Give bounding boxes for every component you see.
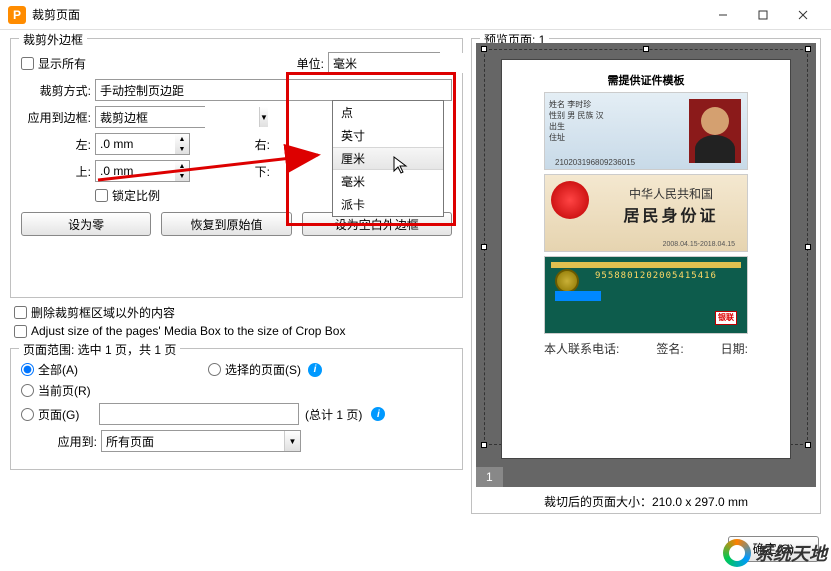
- crop-handle[interactable]: [643, 46, 649, 52]
- doc-title: 需提供证件模板: [518, 72, 774, 88]
- minimize-button[interactable]: [703, 0, 743, 30]
- reset-default-button[interactable]: 恢复到原始值: [161, 212, 291, 236]
- unit-option[interactable]: 派卡: [333, 193, 443, 216]
- crop-margins-legend: 裁剪外边框: [19, 31, 87, 48]
- unit-option[interactable]: 英寸: [333, 124, 443, 147]
- show-all-checkbox[interactable]: 显示所有: [21, 55, 86, 72]
- unit-combo[interactable]: ▼: [328, 52, 440, 74]
- crop-method-label: 裁剪方式:: [21, 82, 91, 99]
- preview-page: 需提供证件模板 姓名 李时珍性别 男 民族 汉出生住址 210203196809…: [501, 59, 791, 459]
- card-image-2: 中华人民共和国 居民身份证 2008.04.15-2018.04.15: [544, 174, 748, 252]
- card-image-1: 姓名 李时珍性别 男 民族 汉出生住址 210203196809236015: [544, 92, 748, 170]
- info-icon: i: [371, 407, 385, 421]
- radio-pages[interactable]: 页面(G): [21, 406, 93, 423]
- watermark-text: 系统天地: [755, 540, 827, 566]
- lock-ratio-checkbox[interactable]: 锁定比例: [95, 187, 160, 204]
- watermark-icon: [723, 539, 751, 567]
- crop-handle[interactable]: [805, 244, 811, 250]
- maximize-button[interactable]: [743, 0, 783, 30]
- crop-size-label: 裁切后的页面大小：210.0 x 297.0 mm: [476, 493, 816, 510]
- left-margin-label: 左:: [21, 136, 91, 153]
- app-logo: P: [8, 6, 26, 24]
- chevron-down-icon[interactable]: ▼: [284, 431, 300, 451]
- adjust-media-label: Adjust size of the pages' Media Box to t…: [31, 324, 345, 338]
- page-number-tab[interactable]: 1: [476, 467, 503, 487]
- unit-option[interactable]: 毫米: [333, 170, 443, 193]
- show-all-label: 显示所有: [38, 55, 86, 72]
- mouse-cursor-icon: [393, 156, 409, 176]
- crop-handle[interactable]: [481, 442, 487, 448]
- lock-ratio-label: 锁定比例: [112, 187, 160, 204]
- unit-option[interactable]: 点: [333, 101, 443, 124]
- preview-area: 需提供证件模板 姓名 李时珍性别 男 民族 汉出生住址 210203196809…: [476, 43, 816, 487]
- apply-to-value[interactable]: [102, 431, 284, 451]
- apply-to-label: 应用到:: [21, 433, 97, 450]
- remove-outside-label: 删除裁剪框区域以外的内容: [31, 304, 175, 321]
- adjust-media-checkbox[interactable]: Adjust size of the pages' Media Box to t…: [14, 324, 463, 338]
- unit-option[interactable]: 厘米: [333, 147, 443, 170]
- close-button[interactable]: [783, 0, 823, 30]
- watermark: 系统天地: [723, 539, 827, 567]
- annotation-arrow: [93, 95, 333, 185]
- crop-handle[interactable]: [805, 442, 811, 448]
- apply-to-combo[interactable]: ▼: [101, 430, 301, 452]
- unit-dropdown-list[interactable]: 点 英寸 厘米 毫米 派卡: [332, 100, 444, 217]
- info-icon: i: [308, 363, 322, 377]
- set-zero-button[interactable]: 设为零: [21, 212, 151, 236]
- page-range-legend: 页面范围: 选中 1 页，共 1 页: [19, 341, 180, 358]
- crop-handle[interactable]: [481, 46, 487, 52]
- radio-all[interactable]: 全部(A): [21, 361, 78, 378]
- window-title: 裁剪页面: [32, 6, 703, 23]
- total-pages-label: (总计 1 页): [305, 406, 362, 423]
- card-image-3: 9558801202005415416 银联: [544, 256, 748, 334]
- top-margin-label: 上:: [21, 163, 91, 180]
- remove-outside-checkbox[interactable]: 删除裁剪框区域以外的内容: [14, 304, 463, 321]
- radio-current[interactable]: 当前页(R): [21, 382, 91, 399]
- apply-border-label: 应用到边框:: [21, 109, 91, 126]
- pages-input[interactable]: [99, 403, 299, 425]
- crop-handle[interactable]: [481, 244, 487, 250]
- unit-label: 单位:: [297, 55, 324, 72]
- unit-value[interactable]: [329, 53, 492, 73]
- radio-selected[interactable]: 选择的页面(S)i: [208, 361, 322, 378]
- crop-handle[interactable]: [805, 46, 811, 52]
